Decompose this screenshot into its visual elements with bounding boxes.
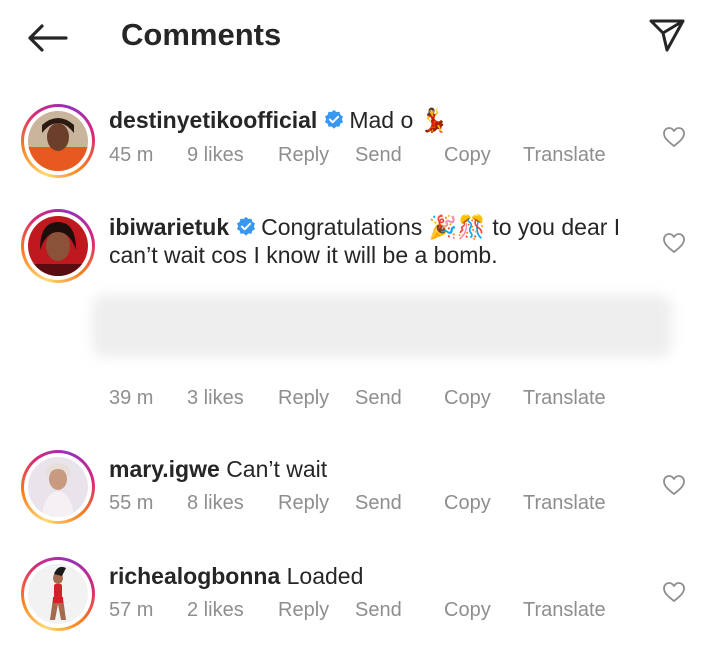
translate-button[interactable]: Translate [523,599,606,622]
comment-username[interactable]: ibiwarietuk [109,214,229,240]
comment-username[interactable]: destinyetikoofficial [109,107,317,133]
comment-text: Loaded [286,563,364,589]
heart-icon[interactable] [662,473,686,497]
profile-photo [28,111,88,171]
profile-photo [28,564,88,624]
reply-button[interactable]: Reply [278,387,329,410]
share-button[interactable] [646,14,688,56]
comment-time: 39 m [109,387,154,409]
arrow-left-icon [28,24,68,52]
send-button[interactable]: Send [355,144,402,167]
comment-username[interactable]: richealogbonna [109,563,280,589]
translate-button[interactable]: Translate [523,387,606,410]
comment-text: Mad o 💃 [349,107,449,133]
send-button[interactable]: Send [355,387,402,410]
send-button[interactable]: Send [355,492,402,515]
likes-count[interactable]: 8 likes [187,492,244,515]
comment-time: 57 m [109,599,154,621]
copy-button[interactable]: Copy [444,492,491,515]
translate-button[interactable]: Translate [523,144,606,167]
copy-button[interactable]: Copy [444,387,491,410]
copy-button[interactable]: Copy [444,599,491,622]
copy-button[interactable]: Copy [444,144,491,167]
avatar[interactable] [21,209,95,283]
reply-button[interactable]: Reply [278,599,329,622]
translate-button[interactable]: Translate [523,492,606,515]
send-button[interactable]: Send [355,599,402,622]
comment-time: 55 m [109,492,154,514]
likes-count[interactable]: 9 likes [187,144,244,167]
paper-plane-icon [649,19,685,52]
avatar[interactable] [21,557,95,631]
back-button[interactable] [24,18,70,58]
comment-username[interactable]: mary.igwe [109,456,220,482]
heart-icon[interactable] [662,125,686,149]
reply-button[interactable]: Reply [278,144,329,167]
comment-text: Can’t wait [226,456,328,482]
likes-count[interactable]: 3 likes [187,387,244,410]
likes-count[interactable]: 2 likes [187,599,244,622]
reply-button[interactable]: Reply [278,492,329,515]
comments-header: Comments [0,0,720,76]
profile-photo [28,457,88,517]
redacted-region [92,295,672,357]
verified-badge-icon [325,109,344,129]
avatar[interactable] [21,450,95,524]
profile-photo [28,216,88,276]
comment-time: 45 m [109,144,154,166]
heart-icon[interactable] [662,580,686,604]
verified-badge-icon [237,216,256,236]
page-title: Comments [121,17,282,52]
heart-icon[interactable] [662,231,686,255]
avatar[interactable] [21,104,95,178]
